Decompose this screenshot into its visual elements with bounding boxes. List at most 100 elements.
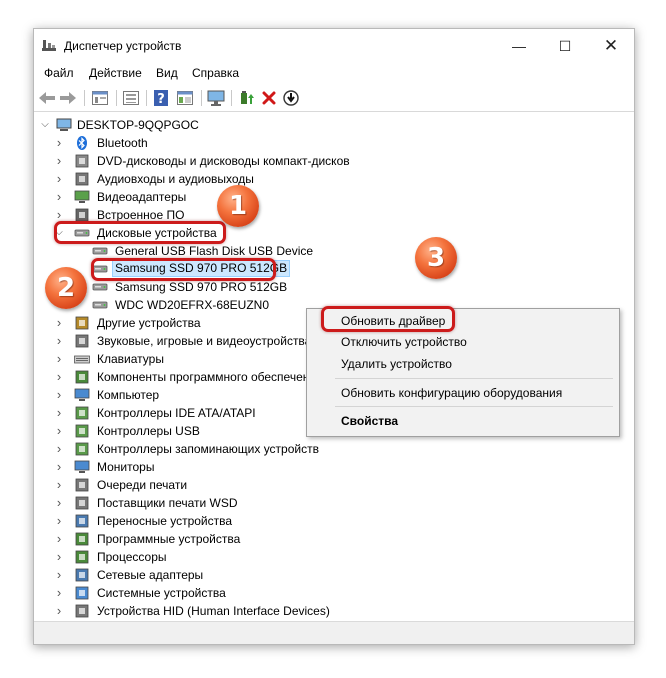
device-category[interactable]: › Контроллеры запоминающих устройств [34, 440, 634, 458]
tree-item-label: Переносные устройства [97, 514, 233, 528]
tree-item-label: Компоненты программного обеспечения [97, 370, 323, 384]
tree-item-label: Системные устройства [97, 586, 226, 600]
system-device-icon [75, 586, 89, 600]
minimize-button[interactable]: — [496, 29, 542, 63]
chevron-right-icon[interactable]: › [54, 440, 64, 458]
title-bar[interactable]: Диспетчер устройств — ☐ ✕ [34, 29, 634, 63]
window-title: Диспетчер устройств [64, 39, 182, 53]
chevron-right-icon[interactable]: › [54, 512, 64, 530]
printer-icon [75, 478, 89, 492]
uninstall-device-icon[interactable] [260, 89, 278, 106]
ide-controller-icon [75, 406, 89, 420]
chevron-right-icon[interactable]: › [54, 602, 64, 620]
device-category[interactable]: › Поставщики печати WSD [34, 494, 634, 512]
tree-item-label: Bluetooth [97, 136, 148, 150]
tree-item-label: Контроллеры USB [97, 424, 200, 438]
device-category[interactable]: › Переносные устройства [34, 512, 634, 530]
maximize-button[interactable]: ☐ [542, 29, 588, 63]
menu-view[interactable]: Вид [156, 66, 178, 80]
tree-item-label: Поставщики печати WSD [97, 496, 238, 510]
properties-icon[interactable] [91, 89, 109, 106]
printer-icon [75, 496, 89, 510]
highlight-disk-drives [54, 221, 226, 244]
processor-icon [75, 550, 89, 564]
usb-controller-icon [75, 424, 89, 438]
tree-root[interactable]: ⌵ DESKTOP-9QQPGOC [34, 116, 634, 134]
list-view-icon[interactable] [176, 89, 194, 106]
menu-file[interactable]: Файл [44, 66, 74, 80]
uninstall-device-menu-item[interactable]: Удалить устройство [341, 357, 452, 371]
chevron-right-icon[interactable]: › [54, 566, 64, 584]
step-badge-1: 1 [217, 185, 259, 227]
chevron-right-icon[interactable]: › [54, 404, 64, 422]
context-menu: Обновить драйвер Отключить устройство Уд… [306, 306, 620, 437]
display-adapter-icon [74, 190, 90, 203]
scan-hardware-menu-item[interactable]: Обновить конфигурацию оборудования [341, 386, 562, 400]
chevron-right-icon[interactable]: › [54, 458, 64, 476]
chevron-right-icon[interactable]: › [54, 332, 64, 350]
chevron-right-icon[interactable]: › [54, 170, 64, 188]
device-category[interactable]: › Программные устройства [34, 530, 634, 548]
device-category[interactable]: › Системные устройства [34, 584, 634, 602]
show-hide-icon[interactable] [122, 89, 140, 106]
chevron-down-icon[interactable]: ⌵ [40, 116, 50, 134]
device-manager-window: Диспетчер устройств — ☐ ✕ Файл Действие … [33, 28, 635, 645]
chevron-right-icon[interactable]: › [54, 188, 64, 206]
menu-action[interactable]: Действие [89, 66, 142, 80]
chevron-right-icon[interactable]: › [54, 134, 64, 152]
chevron-right-icon[interactable]: › [54, 548, 64, 566]
disk-drive-icon [92, 247, 108, 255]
chevron-right-icon[interactable]: › [54, 584, 64, 602]
chevron-right-icon[interactable]: › [54, 530, 64, 548]
monitor-icon[interactable] [207, 89, 225, 106]
help-icon[interactable]: ? [152, 89, 170, 106]
chevron-right-icon[interactable]: › [54, 494, 64, 512]
menu-bar: Файл Действие Вид Справка [34, 63, 634, 85]
device-category[interactable]: › Видеоадаптеры [34, 188, 634, 206]
disable-device-menu-item[interactable]: Отключить устройство [341, 335, 467, 349]
keyboard-icon [74, 355, 90, 364]
tree-item-label: Клавиатуры [97, 352, 164, 366]
scan-download-icon[interactable] [282, 89, 300, 106]
chevron-right-icon[interactable]: › [54, 476, 64, 494]
menu-help[interactable]: Справка [192, 66, 239, 80]
monitor-icon [74, 460, 90, 473]
update-driver-icon[interactable] [238, 89, 256, 106]
device-category[interactable]: › Bluetooth [34, 134, 634, 152]
status-bar [34, 621, 634, 644]
chevron-right-icon[interactable]: › [54, 350, 64, 368]
chevron-right-icon[interactable]: › [54, 422, 64, 440]
sound-icon [75, 334, 89, 348]
chevron-right-icon[interactable]: › [54, 368, 64, 386]
computer-icon [74, 388, 90, 401]
forward-arrow-icon[interactable] [59, 89, 77, 106]
chevron-right-icon[interactable]: › [54, 314, 64, 332]
back-arrow-icon[interactable] [38, 89, 56, 106]
software-device-icon [75, 532, 89, 546]
device-manager-icon [42, 40, 56, 51]
svg-text:?: ? [157, 92, 165, 106]
tree-root-label: DESKTOP-9QQPGOC [77, 118, 199, 132]
tree-item-label: Другие устройства [97, 316, 201, 330]
tree-item-label: DVD-дисководы и дисководы компакт-дисков [97, 154, 350, 168]
device-category[interactable]: › Очереди печати [34, 476, 634, 494]
tree-item-label: Мониторы [97, 460, 155, 474]
tree-item-label: Сетевые адаптеры [97, 568, 204, 582]
device-category[interactable]: › DVD-дисководы и дисководы компакт-диско… [34, 152, 634, 170]
network-adapter-icon [75, 568, 89, 582]
tree-item-label: Очереди печати [97, 478, 188, 492]
dvd-drive-icon [75, 154, 89, 168]
chevron-right-icon[interactable]: › [54, 152, 64, 170]
device-category[interactable]: › Устройства HID (Human Interface Devices… [34, 602, 634, 620]
device-category[interactable]: › Процессоры [34, 548, 634, 566]
device-category[interactable]: › Аудиовходы и аудиовыходы [34, 170, 634, 188]
device-category[interactable]: › Мониторы [34, 458, 634, 476]
device-category[interactable]: › Сетевые адаптеры [34, 566, 634, 584]
tree-item-label: Контроллеры IDE ATA/ATAPI [97, 406, 256, 420]
highlight-samsung-ssd [91, 258, 276, 281]
chevron-right-icon[interactable]: › [54, 386, 64, 404]
software-component-icon [75, 370, 89, 384]
properties-menu-item[interactable]: Свойства [341, 414, 398, 428]
close-button[interactable]: ✕ [588, 29, 634, 63]
tree-item-label: Компьютер [97, 388, 160, 402]
